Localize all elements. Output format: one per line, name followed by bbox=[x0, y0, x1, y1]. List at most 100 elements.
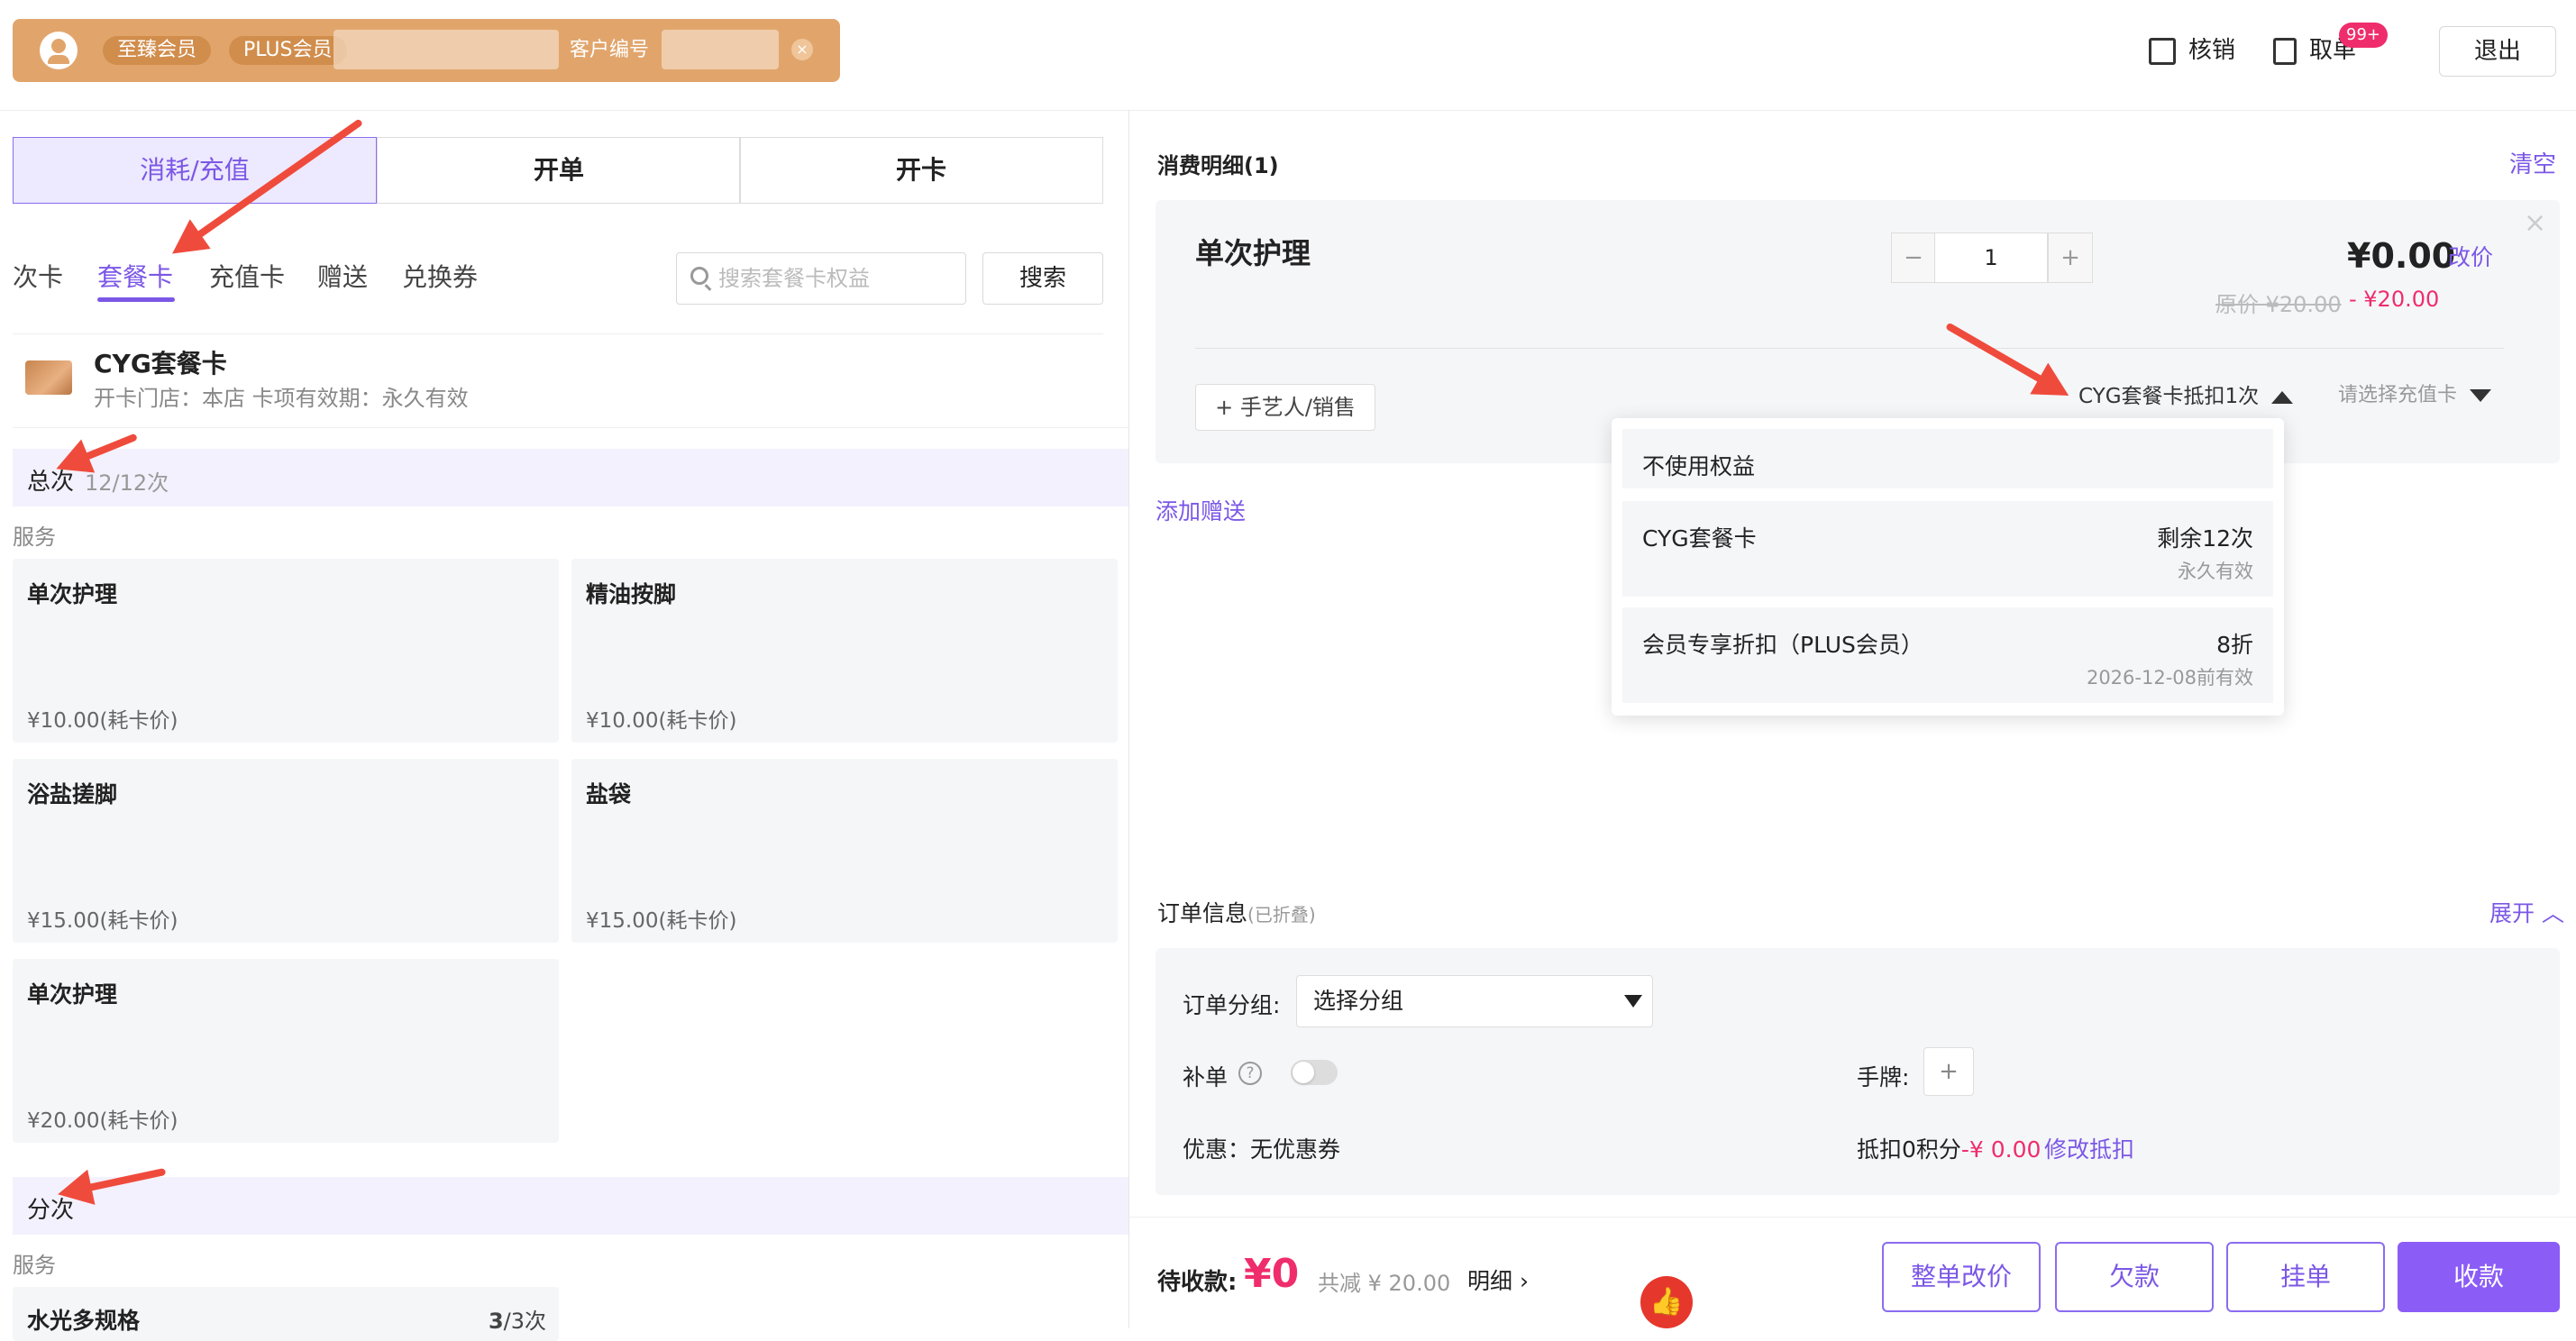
member-bar: 至臻会员 PLUS会员 客户编号 × bbox=[13, 19, 840, 82]
recharge-card-select[interactable]: 请选择充值卡 bbox=[2338, 379, 2492, 407]
masked-customer-no bbox=[662, 30, 779, 69]
document-icon bbox=[2273, 37, 2297, 65]
caret-down-icon bbox=[2470, 389, 2492, 402]
service-name: 精油按脚 bbox=[586, 581, 677, 607]
help-icon[interactable]: ? bbox=[1238, 1062, 1262, 1085]
tab-open-order[interactable]: 开单 bbox=[377, 137, 741, 204]
line-item-name: 单次护理 bbox=[1195, 236, 1311, 270]
service-label: 服务 bbox=[13, 1253, 56, 1278]
service-label: 服务 bbox=[13, 525, 56, 550]
debt-button[interactable]: 欠款 bbox=[2055, 1242, 2214, 1312]
footer-divider bbox=[1128, 1217, 2576, 1218]
service-name: 单次护理 bbox=[27, 981, 118, 1008]
divider bbox=[1195, 348, 2504, 349]
tag-label: 手牌: bbox=[1857, 1064, 1910, 1090]
qty-decrement-button[interactable]: − bbox=[1891, 233, 1936, 283]
card-subtitle: 开卡门店：本店 卡项有效期：永久有效 bbox=[94, 386, 469, 411]
benefit-select[interactable]: CYG套餐卡抵扣1次 bbox=[2078, 379, 2294, 409]
hold-order-button[interactable]: 挂单 bbox=[2226, 1242, 2385, 1312]
service-tile[interactable]: 精油按脚 ¥10.00(耗卡价) bbox=[571, 559, 1118, 743]
chevron-up-icon: ︿ bbox=[2541, 900, 2564, 926]
search-button[interactable]: 搜索 bbox=[982, 252, 1103, 305]
original-price: 原价 ¥20.00 bbox=[2215, 292, 2342, 317]
subtab-package-card[interactable]: 套餐卡 bbox=[97, 258, 173, 294]
edit-deduction-link[interactable]: 修改抵扣 bbox=[2044, 1132, 2134, 1164]
qty-input[interactable]: 1 bbox=[1934, 233, 2048, 283]
service-tile[interactable]: 水光多规格 3/3次 bbox=[13, 1287, 559, 1341]
close-icon[interactable]: × bbox=[791, 39, 813, 60]
service-tile[interactable]: 盐袋 ¥15.00(耗卡价) bbox=[571, 759, 1118, 943]
benefit-option-member-discount[interactable]: 会员专享折扣（PLUS会员） 8折 2026-12-08前有效 bbox=[1622, 607, 2273, 703]
supplement-toggle[interactable] bbox=[1291, 1060, 1338, 1085]
option-validity: 2026-12-08前有效 bbox=[2086, 667, 2253, 689]
panel-divider bbox=[1128, 110, 1129, 1328]
tab-open-card[interactable]: 开卡 bbox=[739, 137, 1103, 204]
service-tile[interactable]: 浴盐搓脚 ¥15.00(耗卡价) bbox=[13, 759, 559, 943]
masked-customer-name bbox=[333, 30, 559, 69]
divider bbox=[13, 333, 1103, 334]
service-name: 水光多规格 bbox=[27, 1308, 141, 1334]
close-icon[interactable]: × bbox=[2524, 207, 2546, 239]
avatar-icon bbox=[40, 32, 78, 69]
header-divider bbox=[0, 110, 2576, 111]
subtab-recharge-card[interactable]: 充值卡 bbox=[209, 258, 285, 294]
subtab-voucher[interactable]: 兑换券 bbox=[402, 258, 478, 294]
add-gift-link[interactable]: 添加赠送 bbox=[1156, 494, 1246, 526]
option-name: 会员专享折扣（PLUS会员） bbox=[1642, 632, 1923, 658]
option-value: 剩余12次 bbox=[2157, 525, 2253, 552]
clear-button[interactable]: 清空 bbox=[2509, 146, 2556, 179]
edit-price-link[interactable]: 改价 bbox=[2448, 240, 2493, 272]
qty-increment-button[interactable]: + bbox=[2048, 233, 2093, 283]
chevron-right-icon: › bbox=[1519, 1268, 1529, 1294]
coupon-label: 优惠：无优惠券 bbox=[1183, 1136, 1341, 1163]
verify-icon bbox=[2149, 37, 2176, 65]
points-deduction: 抵扣0积分-¥ 0.00 bbox=[1857, 1136, 2042, 1163]
option-name: CYG套餐卡 bbox=[1642, 525, 1757, 552]
verify-button[interactable]: 核销 bbox=[2149, 27, 2235, 74]
service-price: ¥15.00(耗卡价) bbox=[27, 909, 178, 933]
service-tile[interactable]: 单次护理 ¥10.00(耗卡价) bbox=[13, 559, 559, 743]
section-total-count: 12/12次 bbox=[85, 470, 169, 496]
amount-due-label: 待收款: bbox=[1157, 1269, 1238, 1296]
detail-link[interactable]: 明细 › bbox=[1467, 1263, 1529, 1296]
thumbs-up-icon[interactable]: 👍 bbox=[1640, 1276, 1693, 1328]
benefit-option-package[interactable]: CYG套餐卡 剩余12次 永久有效 bbox=[1622, 501, 2273, 597]
section-split-header bbox=[13, 1177, 1128, 1235]
section-total-header bbox=[13, 449, 1128, 506]
order-info-title: 订单信息(已折叠) bbox=[1157, 900, 1316, 926]
search-input[interactable]: 搜索套餐卡权益 bbox=[676, 252, 966, 305]
caret-down-icon bbox=[1624, 995, 1642, 1008]
subtab-gift[interactable]: 赠送 bbox=[317, 258, 368, 294]
group-select[interactable]: 选择分组 bbox=[1296, 975, 1653, 1027]
amount-due-value: ¥0 bbox=[1244, 1251, 1300, 1297]
take-order-badge: 99+ bbox=[2339, 23, 2388, 48]
consumption-detail-title: 消费明细(1) bbox=[1157, 153, 1279, 178]
collect-payment-button[interactable]: 收款 bbox=[2398, 1242, 2560, 1312]
group-label: 订单分组: bbox=[1183, 992, 1281, 1018]
total-saved: 共减 ¥ 20.00 bbox=[1318, 1271, 1451, 1296]
member-level-tag: 至臻会员 bbox=[103, 36, 212, 65]
add-artisan-button[interactable]: + 手艺人/销售 bbox=[1195, 384, 1375, 431]
caret-up-icon bbox=[2271, 390, 2294, 404]
service-name: 浴盐搓脚 bbox=[27, 781, 118, 807]
divider bbox=[13, 427, 1128, 428]
service-price: ¥10.00(耗卡价) bbox=[27, 709, 178, 733]
discount-amount: - ¥20.00 bbox=[2349, 287, 2440, 312]
service-price: ¥20.00(耗卡价) bbox=[27, 1109, 178, 1133]
service-tile[interactable]: 单次护理 ¥20.00(耗卡价) bbox=[13, 959, 559, 1143]
option-value: 8折 bbox=[2216, 632, 2253, 658]
search-icon bbox=[690, 267, 708, 285]
service-count: 3/3次 bbox=[488, 1309, 546, 1334]
benefit-option-none[interactable]: 不使用权益 bbox=[1622, 429, 2273, 488]
expand-toggle[interactable]: 展开 ︿ bbox=[2489, 896, 2564, 928]
subtab-count-card[interactable]: 次卡 bbox=[13, 258, 63, 294]
customer-no-label: 客户编号 bbox=[570, 39, 650, 61]
option-name: 不使用权益 bbox=[1642, 453, 1756, 479]
service-name: 盐袋 bbox=[586, 781, 632, 807]
add-tag-button[interactable]: + bbox=[1923, 1047, 1974, 1096]
whole-order-price-button[interactable]: 整单改价 bbox=[1882, 1242, 2041, 1312]
option-validity: 永久有效 bbox=[2178, 561, 2253, 582]
line-item-price: ¥0.00 bbox=[2347, 236, 2456, 276]
logout-button[interactable]: 退出 bbox=[2439, 26, 2556, 77]
service-price: ¥15.00(耗卡价) bbox=[586, 909, 737, 933]
